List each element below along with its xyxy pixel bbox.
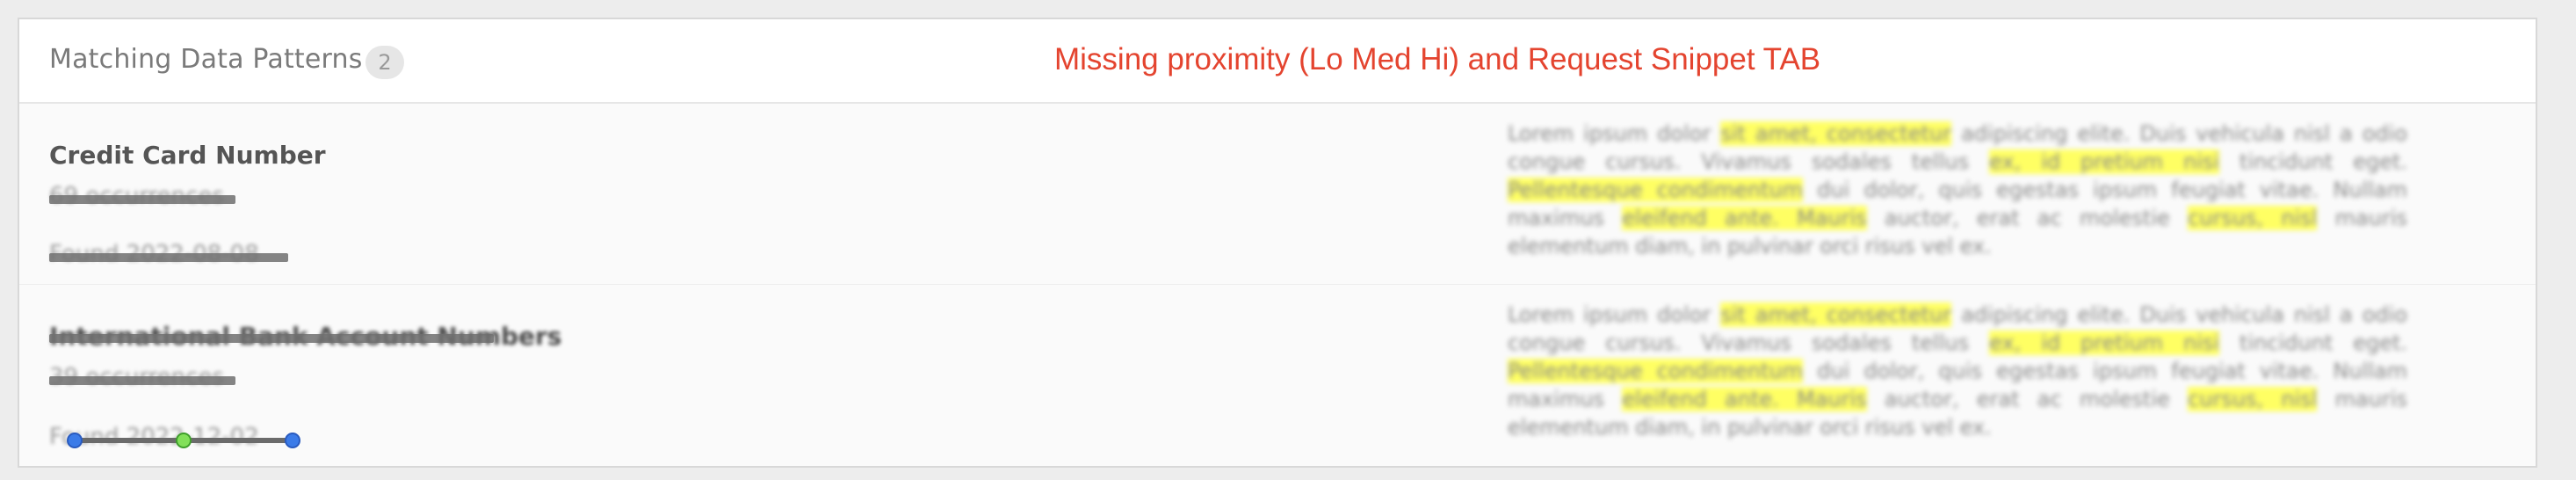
snippet-highlight: cursus, nisl (2188, 387, 2318, 411)
count-badge: 2 (365, 46, 404, 79)
snippet-highlight: Pellentesque condimentum (1508, 359, 1804, 383)
snippet-fragment: tincidunt eget. (2219, 331, 2407, 355)
snippet-highlight: sit amet, consectetur (1720, 302, 1952, 327)
snippet-highlight: Pellentesque condimentum (1508, 178, 1804, 202)
snippet-fragment: Lorem ipsum dolor (1508, 121, 1721, 146)
matching-data-patterns-panel: Matching Data Patterns 2 Missing proximi… (18, 18, 2537, 468)
redaction-bar (49, 253, 288, 262)
snippet-highlight: eleifend ante. Mauris (1622, 387, 1867, 411)
snippet-highlight: cursus, nisl (2188, 206, 2318, 230)
snippet-fragment: tincidunt eget. (2219, 149, 2407, 174)
redaction-bar (49, 376, 235, 385)
snippet-fragment: Lorem ipsum dolor (1508, 302, 1721, 327)
selection-handle-end-icon[interactable] (285, 433, 300, 448)
selection-handle-mid-icon[interactable] (176, 433, 192, 448)
snippet-fragment: auctor, erat ac molestie (1866, 387, 2189, 411)
pattern-row[interactable]: Credit Card Number 69 occurrences Found … (19, 104, 2536, 285)
snippet-text: Lorem ipsum dolor sit amet, consectetur … (1508, 120, 2407, 260)
snippet-highlight: ex, id pretium nisi (1989, 149, 2220, 174)
selection-handle-start-icon[interactable] (67, 433, 83, 448)
panel-title: Matching Data Patterns (49, 44, 363, 75)
pattern-name: Credit Card Number (49, 141, 326, 170)
review-annotation: Missing proximity (Lo Med Hi) and Reques… (1054, 42, 1821, 76)
redaction-bar (49, 195, 235, 204)
snippet-highlight: eleifend ante. Mauris (1622, 206, 1867, 230)
redaction-bar (49, 334, 494, 343)
snippet-text: Lorem ipsum dolor sit amet, consectetur … (1508, 301, 2407, 441)
snippet-highlight: sit amet, consectetur (1720, 121, 1952, 146)
pattern-row[interactable]: International Bank Account Numbers 39 oc… (19, 285, 2536, 466)
panel-header: Matching Data Patterns 2 Missing proximi… (19, 19, 2536, 104)
snippet-fragment: auctor, erat ac molestie (1866, 206, 2189, 230)
snippet-highlight: ex, id pretium nisi (1989, 331, 2220, 355)
